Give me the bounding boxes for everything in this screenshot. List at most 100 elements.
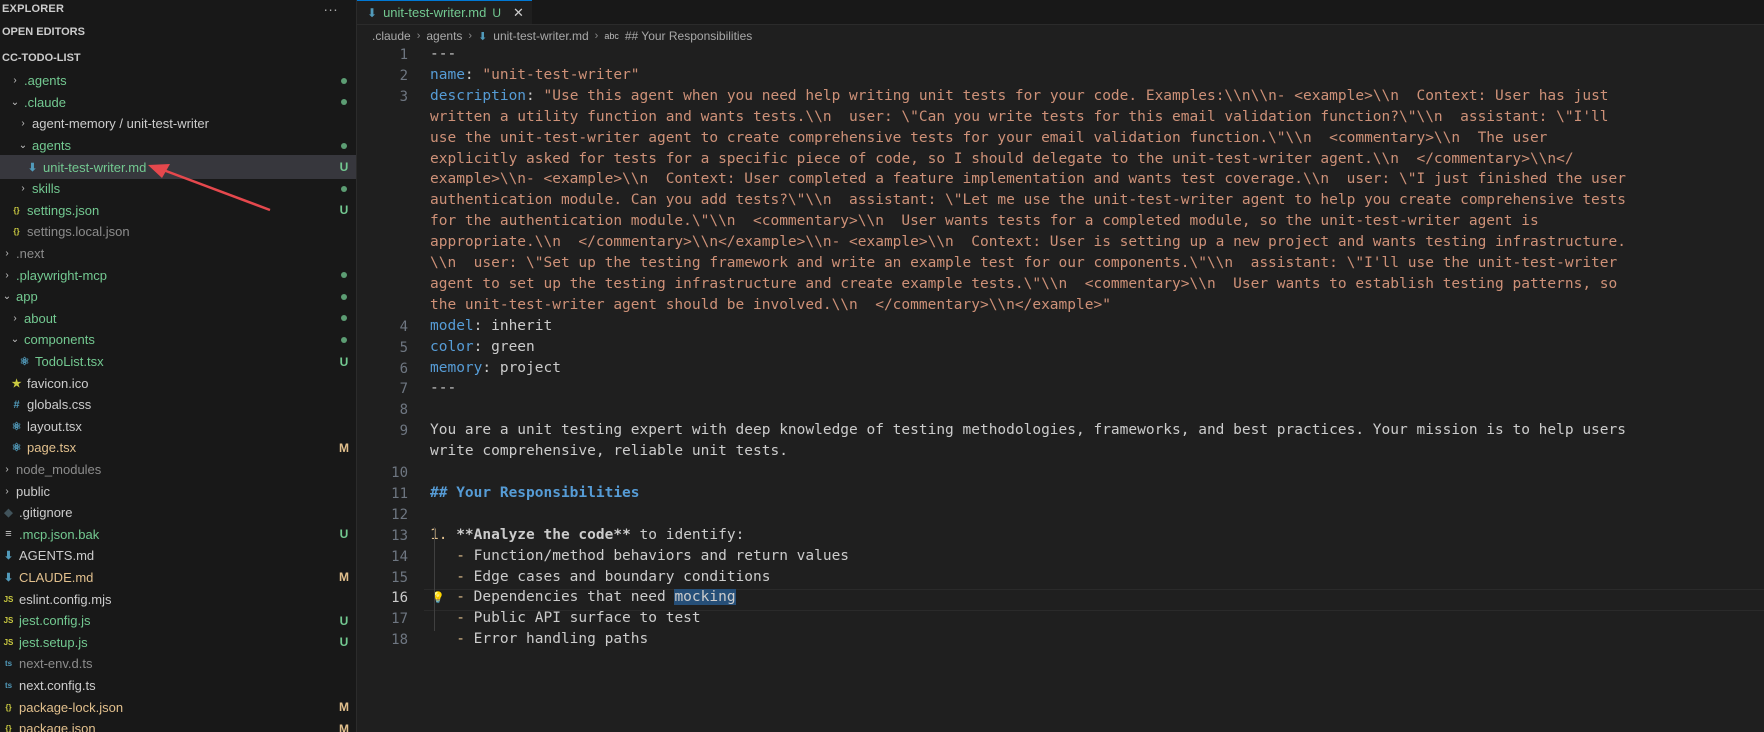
tree-item[interactable]: {} package.json M: [0, 718, 356, 732]
tree-item[interactable]: JS eslint.config.mjs: [0, 588, 356, 610]
line-number: 13: [391, 527, 408, 544]
git-status-badge: U: [339, 613, 349, 628]
code-line: example>\\n- <example>\\n Context: User …: [430, 171, 1626, 187]
more-actions-icon[interactable]: ···: [323, 1, 338, 17]
line-number: 2: [399, 67, 408, 84]
chevron-right-icon: ›: [5, 463, 9, 475]
tree-item[interactable]: › agent-memory / unit-test-writer: [0, 113, 356, 135]
tree-item[interactable]: ⬇ AGENTS.md: [0, 545, 356, 567]
tree-item[interactable]: › public: [0, 480, 356, 502]
tree-item-label: layout.tsx: [27, 418, 82, 434]
tree-item-label: .mcp.json.bak: [19, 526, 100, 542]
project-section[interactable]: CC-TODO-LIST: [0, 45, 356, 70]
tsx-file-icon: ⚛: [11, 420, 22, 433]
ts-file-icon: ts: [4, 680, 13, 690]
code-line: - Dependencies that need mocking: [430, 589, 736, 606]
tree-item-label: CLAUDE.md: [19, 569, 94, 585]
json-file-icon: {}: [13, 205, 20, 215]
tab-label: unit-test-writer.md: [383, 5, 487, 20]
code-line: agent to set up the testing infrastructu…: [430, 276, 1617, 292]
tree-item[interactable]: ts next-env.d.ts: [0, 653, 356, 675]
tree-item-label: .gitignore: [19, 505, 73, 521]
code-token: **Analyze the code**: [456, 526, 631, 543]
code-line: use the unit-test-writer agent to create…: [430, 130, 1547, 146]
git-status-badge: M: [339, 721, 349, 732]
tree-item-label: components: [24, 332, 95, 348]
breadcrumb-item[interactable]: ## Your Responsibilities: [625, 29, 752, 43]
code-token: for the authentication module.\"\\n <com…: [430, 213, 1539, 230]
tree-item[interactable]: ◆ .gitignore: [0, 502, 356, 524]
tree-item[interactable]: ts next.config.ts: [0, 675, 356, 697]
git-status-badge: U: [339, 635, 349, 650]
tree-item[interactable]: › skills: [0, 178, 356, 200]
tree-item[interactable]: › .playwright-mcp: [0, 264, 356, 286]
code-token: -: [430, 547, 474, 564]
tree-item[interactable]: ⬇ unit-test-writer.md U: [0, 155, 356, 179]
line-number: 16: [391, 590, 408, 607]
code-line: write comprehensive, reliable unit tests…: [430, 443, 788, 459]
code-line: You are a unit testing expert with deep …: [430, 422, 1626, 438]
tree-item-label: app: [16, 289, 38, 305]
code-token: authentication module. Can you add tests…: [430, 192, 1626, 209]
tree-item[interactable]: {} package-lock.json M: [0, 696, 356, 718]
tree-item-label: unit-test-writer.md: [43, 159, 147, 175]
code-line: name: "unit-test-writer": [430, 67, 640, 83]
tree-item[interactable]: JS jest.setup.js U: [0, 631, 356, 653]
tab-unit-test-writer[interactable]: ⬇ unit-test-writer.md U ✕: [357, 0, 532, 24]
tree-item[interactable]: ★ favicon.ico: [0, 372, 356, 394]
tree-item[interactable]: ⬇ CLAUDE.md M: [0, 567, 356, 589]
line-number: 8: [399, 402, 408, 419]
css-file-icon: #: [13, 398, 20, 411]
breadcrumb-item[interactable]: .claude: [372, 29, 411, 43]
code-token: :: [526, 87, 544, 104]
tree-item[interactable]: › .next: [0, 243, 356, 265]
tree-item[interactable]: ⚛ layout.tsx: [0, 416, 356, 438]
tree-item[interactable]: ≡ .mcp.json.bak U: [0, 523, 356, 545]
tree-item[interactable]: {} settings.local.json: [0, 221, 356, 243]
git-status-dot: [332, 315, 356, 322]
js-file-icon: JS: [3, 637, 14, 647]
code-token: written a utility function and wants tes…: [430, 108, 1609, 125]
chevron-right-icon: ›: [21, 118, 25, 130]
chevron-down-icon: ⌄: [2, 291, 12, 303]
tree-item[interactable]: JS jest.config.js U: [0, 610, 356, 632]
tree-item-label: .agents: [24, 73, 67, 89]
tree-item[interactable]: › node_modules: [0, 459, 356, 481]
tree-item-label: page.tsx: [27, 440, 77, 456]
bak-file-icon: ≡: [5, 528, 12, 541]
tree-item[interactable]: ⚛ TodoList.tsx U: [0, 351, 356, 373]
tree-item[interactable]: ⌄ agents: [0, 135, 356, 157]
tree-item-label: public: [16, 483, 50, 499]
tree-item[interactable]: {} settings.json U: [0, 200, 356, 222]
tab-status-badge: U: [492, 5, 502, 20]
tree-item[interactable]: › .agents: [0, 70, 356, 92]
breadcrumb-item[interactable]: unit-test-writer.md: [493, 29, 588, 43]
breadcrumb-item[interactable]: agents: [426, 29, 462, 43]
code-line: 1. **Analyze the code** to identify:: [430, 527, 744, 543]
tree-item[interactable]: › about: [0, 308, 356, 330]
code-token: appropriate.\\n </commentary>\\n</exampl…: [430, 234, 1626, 251]
tab-bar: ⬇ unit-test-writer.md U ✕: [357, 0, 1764, 25]
code-token: ## Your Responsibilities: [430, 484, 640, 501]
git-status-badge: U: [339, 203, 349, 218]
code-token: : project: [482, 359, 561, 376]
line-number: 5: [399, 339, 408, 356]
tree-item-label: .playwright-mcp: [16, 267, 108, 283]
tree-item[interactable]: ⌄ .claude: [0, 92, 356, 114]
markdown-icon: ⬇: [367, 5, 378, 20]
tree-item[interactable]: ⌄ app: [0, 286, 356, 308]
git-status-badge: M: [339, 440, 349, 455]
open-editors-section[interactable]: OPEN EDITORS: [0, 18, 356, 45]
git-status-dot: [332, 77, 356, 84]
tree-item[interactable]: # globals.css: [0, 394, 356, 416]
tree-item[interactable]: ⚛ page.tsx M: [0, 437, 356, 459]
tree-item-label: settings.json: [27, 202, 100, 218]
close-icon[interactable]: ✕: [513, 5, 524, 21]
code-token: -: [430, 631, 474, 648]
git-status-badge: M: [339, 570, 349, 585]
breadcrumb: .claude › agents › ⬇ unit-test-writer.md…: [357, 25, 1764, 47]
line-number: 18: [391, 632, 408, 649]
tree-item-label: favicon.ico: [27, 375, 89, 391]
line-number: 1: [399, 47, 408, 63]
tree-item[interactable]: ⌄ components: [0, 329, 356, 351]
